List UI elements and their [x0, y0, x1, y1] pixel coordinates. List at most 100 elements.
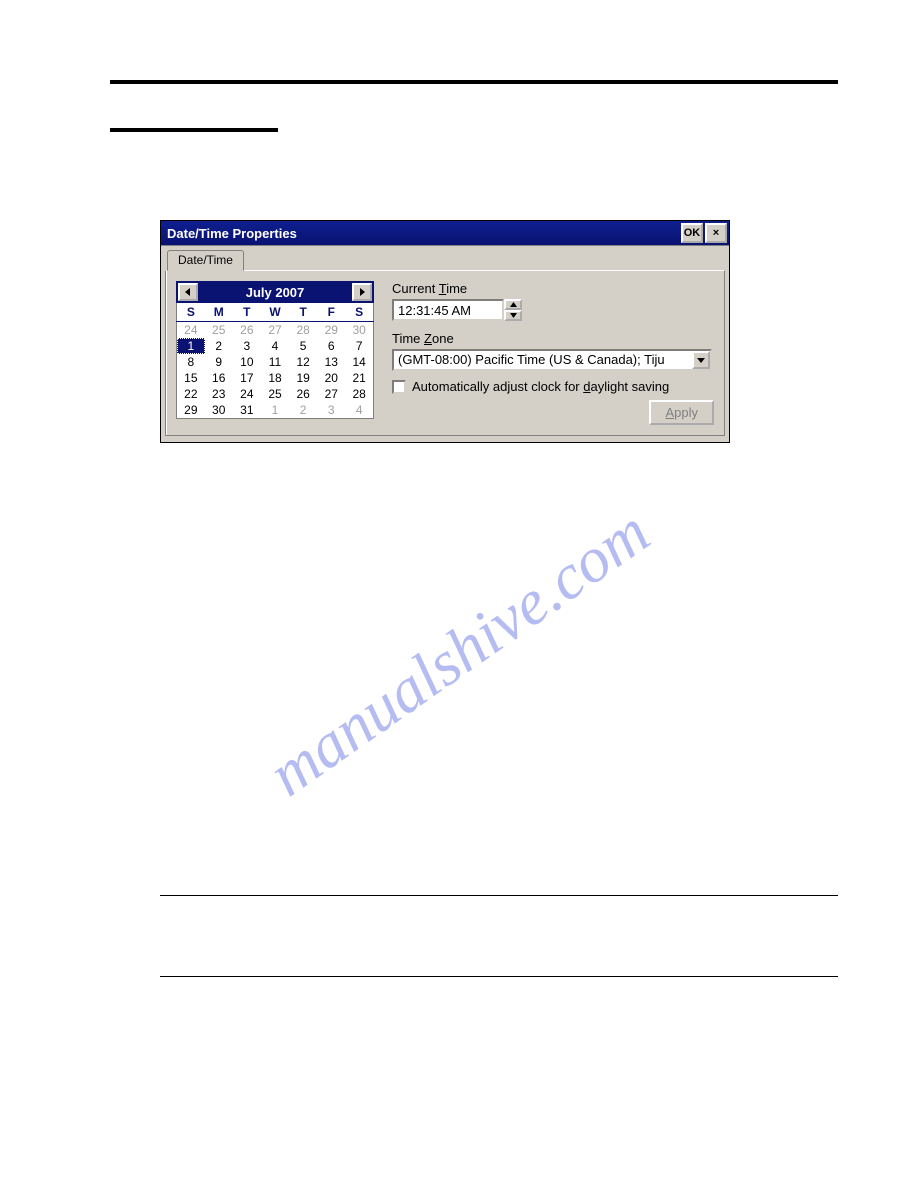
dst-checkbox[interactable] — [392, 380, 406, 394]
calendar-day-cell[interactable]: 26 — [233, 322, 261, 339]
calendar-day-cell[interactable]: 22 — [177, 386, 205, 402]
current-time-label: Current Time — [392, 281, 714, 296]
calendar-day-cell[interactable]: 27 — [261, 322, 289, 339]
calendar-week-row: 891011121314 — [177, 354, 374, 370]
calendar-day-cell[interactable]: 30 — [345, 322, 373, 339]
calendar-header-cell: S — [177, 303, 205, 322]
label-accel: Z — [424, 331, 432, 346]
calendar-day-cell[interactable]: 1 — [261, 402, 289, 419]
calendar-day-cell[interactable]: 30 — [205, 402, 233, 419]
dst-label: Automatically adjust clock for daylight … — [412, 379, 669, 394]
calendar-day-cell[interactable]: 25 — [205, 322, 233, 339]
triangle-right-icon — [358, 288, 366, 296]
calendar-day-cell[interactable]: 8 — [177, 354, 205, 370]
triangle-down-icon — [510, 313, 517, 318]
calendar-day-cell[interactable]: 7 — [345, 338, 373, 354]
calendar-day-cell[interactable]: 4 — [261, 338, 289, 354]
calendar-header-cell: S — [345, 303, 373, 322]
time-spin-up[interactable] — [504, 299, 522, 310]
calendar-day-cell[interactable]: 14 — [345, 354, 373, 370]
calendar-day-cell[interactable]: 26 — [289, 386, 317, 402]
calendar-month-label: July 2007 — [200, 285, 350, 300]
dialog-title: Date/Time Properties — [167, 226, 679, 241]
calendar-table: SMTWTFS 24252627282930123456789101112131… — [176, 303, 374, 419]
calendar-week-row: 2930311234 — [177, 402, 374, 419]
calendar-week-row: 24252627282930 — [177, 322, 374, 339]
calendar-day-cell[interactable]: 13 — [317, 354, 345, 370]
calendar-day-cell[interactable]: 11 — [261, 354, 289, 370]
calendar-day-cell[interactable]: 3 — [233, 338, 261, 354]
label-text: one — [432, 331, 454, 346]
label-text: Current — [392, 281, 439, 296]
apply-accel: A — [665, 405, 674, 420]
calendar-day-cell[interactable]: 10 — [233, 354, 261, 370]
calendar-day-cell[interactable]: 2 — [205, 338, 233, 354]
calendar-week-row: 15161718192021 — [177, 370, 374, 386]
calendar-day-cell[interactable]: 29 — [317, 322, 345, 339]
calendar-header-cell: T — [289, 303, 317, 322]
calendar-day-cell[interactable]: 21 — [345, 370, 373, 386]
calendar-day-cell[interactable]: 31 — [233, 402, 261, 419]
dst-row: Automatically adjust clock for daylight … — [392, 379, 714, 394]
calendar-day-cell[interactable]: 18 — [261, 370, 289, 386]
calendar-day-cell[interactable]: 27 — [317, 386, 345, 402]
triangle-down-icon — [697, 358, 705, 363]
next-month-button[interactable] — [352, 283, 372, 301]
apply-row: Apply — [392, 400, 714, 425]
calendar-header-cell: F — [317, 303, 345, 322]
calendar-day-cell[interactable]: 15 — [177, 370, 205, 386]
calendar-day-cell[interactable]: 4 — [345, 402, 373, 419]
calendar-body: 2425262728293012345678910111213141516171… — [177, 322, 374, 419]
calendar-week-row: 1234567 — [177, 338, 374, 354]
calendar-day-cell[interactable]: 6 — [317, 338, 345, 354]
calendar-day-cell[interactable]: 19 — [289, 370, 317, 386]
calendar-header-cell: M — [205, 303, 233, 322]
page-rule-top — [110, 80, 838, 84]
apply-button[interactable]: Apply — [649, 400, 714, 425]
tab-strip: Date/Time — [165, 250, 725, 271]
label-text: aylight saving — [590, 379, 669, 394]
watermark-text: manualshive.com — [255, 495, 663, 812]
datetime-dialog: Date/Time Properties OK × Date/Time July… — [160, 220, 730, 443]
calendar-day-cell[interactable]: 12 — [289, 354, 317, 370]
triangle-up-icon — [510, 302, 517, 307]
apply-rest: pply — [674, 405, 698, 420]
right-column: Current Time Time Zone (GMT-08:00) Pacif… — [392, 281, 714, 425]
timezone-combobox[interactable]: (GMT-08:00) Pacific Time (US & Canada); … — [392, 349, 712, 371]
calendar-day-cell[interactable]: 1 — [177, 338, 205, 354]
calendar-day-cell[interactable]: 5 — [289, 338, 317, 354]
calendar-nav: July 2007 — [176, 281, 374, 303]
ok-button[interactable]: OK — [681, 223, 703, 243]
page-rule-title — [110, 128, 278, 132]
tab-datetime[interactable]: Date/Time — [167, 250, 244, 271]
current-time-field — [392, 299, 522, 321]
triangle-left-icon — [184, 288, 192, 296]
calendar-day-cell[interactable]: 16 — [205, 370, 233, 386]
calendar-day-cell[interactable]: 25 — [261, 386, 289, 402]
close-button[interactable]: × — [705, 223, 727, 243]
label-text: ime — [446, 281, 467, 296]
calendar: July 2007 SMTWTFS 2425262728293012345678… — [176, 281, 374, 425]
calendar-day-cell[interactable]: 2 — [289, 402, 317, 419]
calendar-day-cell[interactable]: 29 — [177, 402, 205, 419]
calendar-day-cell[interactable]: 24 — [177, 322, 205, 339]
timezone-drop-button[interactable] — [692, 351, 710, 369]
page-rule-mid-1 — [160, 895, 838, 896]
calendar-day-cell[interactable]: 23 — [205, 386, 233, 402]
time-spin-down[interactable] — [504, 310, 522, 321]
calendar-header-cell: W — [261, 303, 289, 322]
calendar-day-cell[interactable]: 3 — [317, 402, 345, 419]
calendar-day-cell[interactable]: 24 — [233, 386, 261, 402]
label-text: Automatically adjust clock for — [412, 379, 583, 394]
calendar-header-cell: T — [233, 303, 261, 322]
page-rule-mid-2 — [160, 976, 838, 977]
timezone-value: (GMT-08:00) Pacific Time (US & Canada); … — [394, 351, 692, 369]
calendar-day-cell[interactable]: 17 — [233, 370, 261, 386]
calendar-day-cell[interactable]: 28 — [289, 322, 317, 339]
calendar-day-cell[interactable]: 20 — [317, 370, 345, 386]
calendar-day-cell[interactable]: 28 — [345, 386, 373, 402]
time-spinner — [504, 299, 522, 321]
time-input[interactable] — [392, 299, 504, 321]
calendar-day-cell[interactable]: 9 — [205, 354, 233, 370]
prev-month-button[interactable] — [178, 283, 198, 301]
